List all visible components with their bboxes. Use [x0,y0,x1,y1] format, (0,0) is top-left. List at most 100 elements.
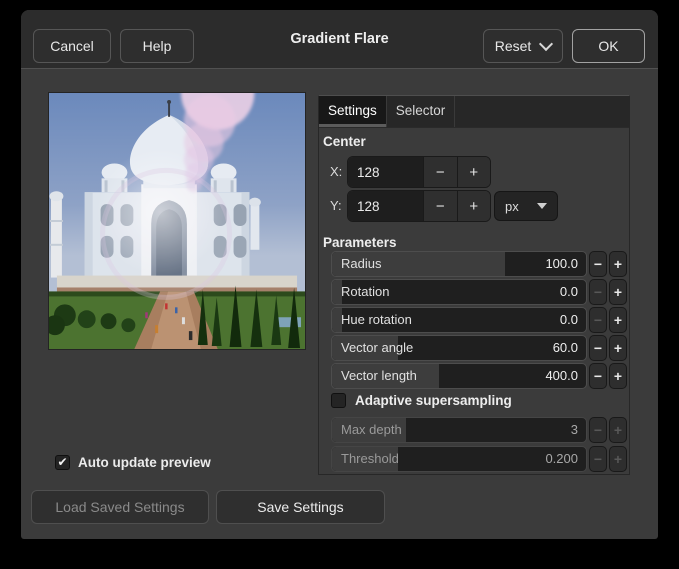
auto-update-preview-label: Auto update preview [78,455,211,470]
gradient-flare-dialog: Gradient Flare Cancel Help Reset OK [21,10,658,539]
max-depth-decrement-button: − [589,417,607,443]
vector-length-label: Vector length [341,364,417,388]
radius-row: Radius 100.0 − + [319,251,629,277]
vector-length-slider[interactable]: Vector length 400.0 [331,363,587,389]
minus-icon: − [594,284,602,300]
y-spinbutton: 128 − + [347,190,491,222]
help-button[interactable]: Help [120,29,194,63]
settings-panel: Settings Selector Center X: 128 − + [318,95,630,475]
titlebar: Gradient Flare Cancel Help Reset OK [21,10,658,69]
plus-icon: + [614,451,622,467]
radius-slider[interactable]: Radius 100.0 [331,251,587,277]
save-settings-label: Save Settings [257,499,343,515]
plus-icon: + [469,164,478,181]
minus-icon: − [594,312,602,328]
screen: Gradient Flare Cancel Help Reset OK [0,0,679,569]
threshold-increment-button: + [609,446,627,472]
threshold-slider: Threshold 0.200 [331,446,587,472]
minus-icon: − [594,368,602,384]
plus-icon: + [614,340,622,356]
ok-button-label: OK [598,38,618,54]
vector-angle-slider[interactable]: Vector angle 60.0 [331,335,587,361]
plus-icon: + [614,284,622,300]
max-depth-increment-button: + [609,417,627,443]
minus-icon: − [594,422,602,438]
y-label: Y: [330,198,342,213]
vector-angle-decrement-button[interactable]: − [589,335,607,361]
parameters-section-label: Parameters [323,235,397,250]
radius-increment-button[interactable]: + [609,251,627,277]
checkmark-icon: ✔ [57,455,67,469]
plus-icon: + [614,368,622,384]
auto-update-preview-row: ✔ Auto update preview [55,453,211,471]
vector-length-increment-button[interactable]: + [609,363,627,389]
tab-strip: Settings Selector [319,96,629,128]
plus-icon: + [614,422,622,438]
threshold-value: 0.200 [545,447,578,471]
hue-rotation-decrement-button[interactable]: − [589,307,607,333]
reset-dropdown-button[interactable]: Reset [483,29,563,63]
vector-length-decrement-button[interactable]: − [589,363,607,389]
rotation-label: Rotation [341,280,389,304]
dropdown-arrow-icon [537,203,547,209]
taj-mahal-preview-graphic [49,93,305,349]
radius-label: Radius [341,252,381,276]
threshold-row: Threshold 0.200 − + [319,446,629,472]
vector-angle-value: 60.0 [553,336,578,360]
hue-rotation-row: Hue rotation 0.0 − + [319,307,629,333]
save-settings-button[interactable]: Save Settings [216,490,385,524]
threshold-label: Threshold [341,447,399,471]
plus-icon: + [469,198,478,215]
tab-settings[interactable]: Settings [319,96,387,127]
minus-icon: − [594,340,602,356]
unit-dropdown[interactable]: px [494,191,558,221]
chevron-down-icon [539,36,553,50]
plus-icon: + [614,256,622,272]
center-section-label: Center [323,134,366,149]
threshold-decrement-button: − [589,446,607,472]
hue-rotation-slider[interactable]: Hue rotation 0.0 [331,307,587,333]
vector-angle-label: Vector angle [341,336,413,360]
y-increment-button[interactable]: + [457,191,491,221]
cancel-button[interactable]: Cancel [33,29,111,63]
vector-length-row: Vector length 400.0 − + [319,363,629,389]
max-depth-value: 3 [571,418,578,442]
minus-icon: − [594,256,602,272]
unit-dropdown-value: px [505,199,519,214]
adaptive-supersampling-checkbox[interactable] [331,393,346,408]
vector-length-value: 400.0 [545,364,578,388]
max-depth-slider: Max depth 3 [331,417,587,443]
adaptive-supersampling-row: Adaptive supersampling [331,393,512,408]
plus-icon: + [614,312,622,328]
rotation-slider[interactable]: Rotation 0.0 [331,279,587,305]
x-input[interactable]: 128 [348,157,423,187]
help-button-label: Help [143,38,172,54]
ok-button[interactable]: OK [572,29,645,63]
max-depth-label: Max depth [341,418,402,442]
x-decrement-button[interactable]: − [423,157,457,187]
rotation-value: 0.0 [560,280,578,304]
x-label: X: [330,164,342,179]
tab-selector[interactable]: Selector [387,96,456,127]
rotation-decrement-button[interactable]: − [589,279,607,305]
y-decrement-button[interactable]: − [423,191,457,221]
hue-rotation-increment-button[interactable]: + [609,307,627,333]
max-depth-row: Max depth 3 − + [319,417,629,443]
y-input[interactable]: 128 [348,191,423,221]
radius-decrement-button[interactable]: − [589,251,607,277]
minus-icon: − [436,164,445,181]
load-saved-settings-button[interactable]: Load Saved Settings [31,490,209,524]
tab-settings-label: Settings [328,103,377,118]
x-increment-button[interactable]: + [457,157,491,187]
auto-update-preview-checkbox[interactable]: ✔ [55,455,70,470]
load-saved-settings-label: Load Saved Settings [55,499,184,515]
vector-angle-increment-button[interactable]: + [609,335,627,361]
tab-selector-label: Selector [396,103,446,118]
rotation-increment-button[interactable]: + [609,279,627,305]
x-spinbutton: 128 − + [347,156,491,188]
hue-rotation-value: 0.0 [560,308,578,332]
active-tab-indicator [319,124,386,127]
preview-image [48,92,306,350]
reset-button-label: Reset [495,38,532,54]
hue-rotation-label: Hue rotation [341,308,412,332]
